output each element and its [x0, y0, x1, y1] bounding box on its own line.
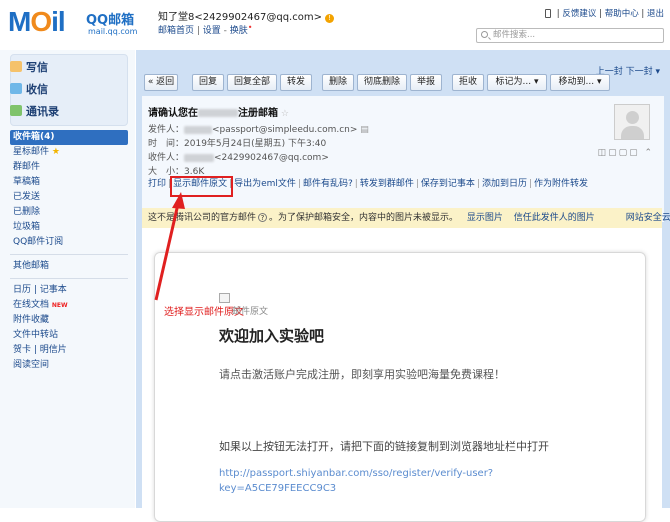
fallback-text: 如果以上按钮无法打开，请把下面的链接复制到浏览器地址栏中打开: [219, 440, 549, 453]
verify-link[interactable]: http://passport.shiyanbar.com/sso/regist…: [219, 466, 549, 496]
receive-button[interactable]: 收信: [10, 81, 48, 97]
help-icon[interactable]: ?: [258, 213, 268, 222]
print-link[interactable]: 打印: [148, 179, 166, 189]
logo-name: QQ邮箱: [86, 13, 135, 28]
delete-button[interactable]: 删除: [322, 74, 354, 91]
reading-space-link[interactable]: 阅读空间: [10, 358, 128, 373]
forward-group-link[interactable]: 转发到群邮件: [360, 179, 414, 189]
move-to-dropdown[interactable]: 移动到... ▾: [550, 74, 610, 91]
annotation-arrow: [154, 192, 185, 301]
reply-all-button[interactable]: 回复全部: [227, 74, 277, 91]
folder-starred[interactable]: 星标邮件 ★: [10, 145, 128, 160]
inbox-icon: [10, 83, 22, 94]
warning-icon[interactable]: !: [324, 14, 334, 23]
add-calendar-link[interactable]: 添加到日历: [482, 179, 527, 189]
time-line: 时 间：2019年5月24日(星期五) 下午3:40: [148, 139, 327, 149]
redacted-text: [184, 153, 215, 162]
contacts-button[interactable]: 通讯录: [10, 103, 59, 119]
apps-row-calendar: 日历 | 记事本: [13, 285, 67, 295]
logout-link[interactable]: 退出: [647, 9, 664, 19]
mail-search-input[interactable]: 邮件搜索...: [476, 28, 664, 43]
user-links: 邮箱首页 | 设置 - 换肤•: [158, 23, 253, 36]
sender-avatar[interactable]: [614, 104, 650, 140]
file-transfer-link[interactable]: 文件中转站: [10, 328, 128, 343]
other-mailboxes[interactable]: 其他邮箱: [10, 259, 128, 274]
apps-row-cards: 贺卡 | 明信片: [13, 345, 67, 355]
settings-link[interactable]: 设置: [203, 26, 221, 36]
divider: [10, 278, 128, 279]
feedback-link[interactable]: 反馈建议: [562, 9, 596, 19]
calendar-link[interactable]: 日历: [13, 285, 31, 295]
folder-inbox[interactable]: 收件箱(4): [10, 130, 128, 145]
folder-drafts[interactable]: 草稿箱: [10, 175, 128, 190]
save-notepad-link[interactable]: 保存到记事本: [421, 179, 475, 189]
mail-home-link[interactable]: 邮箱首页: [158, 26, 194, 36]
trust-sender-link[interactable]: 信任此发件人的图片: [514, 213, 595, 223]
redacted-text: [184, 125, 213, 134]
user-name: 知了堂8<2429902467@qq.com>!: [158, 8, 334, 23]
security-check-link[interactable]: 网站安全云检测: [626, 213, 670, 223]
redacted-text: [198, 109, 238, 117]
online-docs-link[interactable]: 在线文档 NEW: [10, 298, 128, 313]
greeting-card-link[interactable]: 贺卡: [13, 345, 31, 355]
top-bar: MOil QQ邮箱 mail.qq.com 知了堂8<2429902467@qq…: [0, 0, 670, 44]
qq-mail-logo[interactable]: MOil QQ邮箱 mail.qq.com: [8, 6, 148, 40]
activation-text: 请点击激活账户完成注册，即刻享用实验吧海量免费课程！: [219, 368, 505, 381]
sidebar: 写信 收信 通讯录 收件箱(4) 星标邮件 ★ 群邮件 草稿箱 已发送 已删除 …: [0, 50, 135, 508]
subject-line: 请确认您在 注册邮箱 ☆: [148, 108, 289, 119]
back-button[interactable]: « 返回: [144, 74, 178, 91]
garbled-link[interactable]: 邮件有乱码?: [303, 179, 353, 189]
to-line: 收件人： <2429902467@qq.com>: [148, 153, 329, 163]
mail-toolbar: « 返回 回复 回复全部 转发 删除 彻底删除 举报 拒收 标记为... ▾ 移…: [142, 74, 664, 94]
header-icons[interactable]: ◫▢▢▢ ⌃: [598, 148, 654, 158]
notepad-link[interactable]: 记事本: [40, 285, 67, 295]
folder-spam[interactable]: 垃圾箱: [10, 220, 128, 235]
compose-button[interactable]: 写信: [10, 59, 48, 75]
skin-link[interactable]: 换肤: [230, 26, 248, 36]
delete-permanently-button[interactable]: 彻底删除: [357, 74, 407, 91]
logo-domain: mail.qq.com: [88, 27, 138, 36]
star-outline-icon[interactable]: ☆: [281, 109, 289, 119]
show-images-link[interactable]: 显示图片: [467, 213, 503, 223]
help-link[interactable]: 帮助中心: [605, 9, 639, 19]
welcome-heading: 欢迎加入实验吧: [219, 327, 325, 345]
new-badge: NEW: [51, 302, 68, 309]
report-button[interactable]: 举报: [410, 74, 442, 91]
postcard-link[interactable]: 明信片: [40, 345, 67, 355]
divider: [10, 254, 128, 255]
logo-text: MOil: [8, 6, 66, 37]
search-icon: [481, 31, 488, 38]
folder-subscriptions[interactable]: QQ邮件订阅: [10, 235, 128, 250]
reject-button[interactable]: 拒收: [452, 74, 484, 91]
folder-group[interactable]: 群邮件: [10, 160, 128, 175]
broken-image-alt-text: 邮件原文: [232, 307, 269, 317]
export-eml-link[interactable]: 导出为eml文件: [234, 179, 296, 189]
reply-button[interactable]: 回复: [192, 74, 224, 91]
mark-as-dropdown[interactable]: 标记为... ▾: [487, 74, 547, 91]
folder-deleted[interactable]: 已删除: [10, 205, 128, 220]
phone-icon[interactable]: [545, 9, 552, 18]
contact-card-icon[interactable]: ▤: [360, 125, 369, 135]
attachments-link[interactable]: 附件收藏: [10, 313, 128, 328]
mail-header: 请确认您在 注册邮箱 ☆ 发件人： <passport@simpleedu.com.…: [142, 96, 664, 222]
contacts-icon: [10, 105, 22, 116]
broken-image-icon: [219, 293, 230, 303]
from-line: 发件人： <passport@simpleedu.com.cn> ▤: [148, 125, 369, 135]
pencil-icon: [10, 61, 22, 72]
forward-attachment-link[interactable]: 作为附件转发: [534, 179, 588, 189]
star-icon: ★: [51, 147, 60, 157]
forward-button[interactable]: 转发: [280, 74, 312, 91]
security-notice: 这不是腾讯公司的官方邮件? 。为了保护邮箱安全，内容中的图片未被显示。 显示图片 …: [142, 208, 670, 228]
folder-sent[interactable]: 已发送: [10, 190, 128, 205]
folder-list: 收件箱(4) 星标邮件 ★ 群邮件 草稿箱 已发送 已删除 垃圾箱 QQ邮件订阅…: [10, 130, 128, 373]
top-right-links: | 反馈建议 | 帮助中心 | 退出: [545, 7, 664, 19]
